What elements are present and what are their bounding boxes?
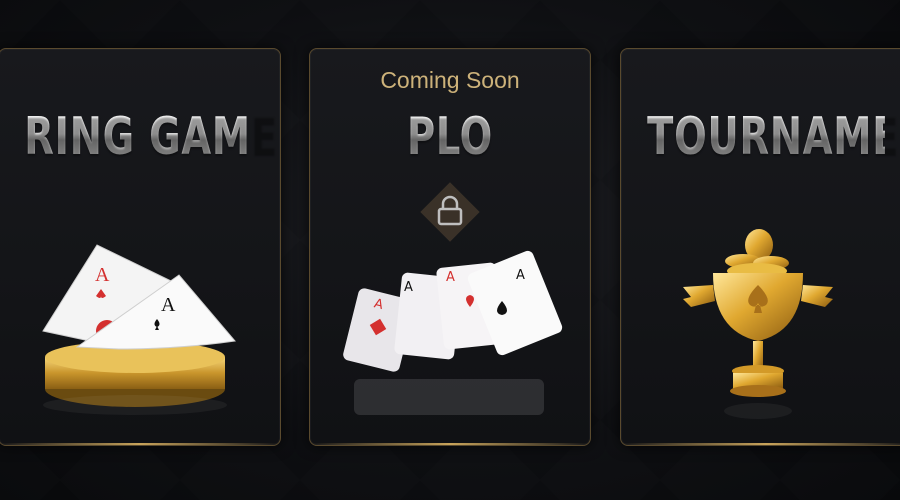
trophy-icon [683, 229, 833, 419]
ring-game-card[interactable]: RING GAME A A [0, 48, 281, 446]
svg-text:A: A [446, 270, 455, 285]
svg-text:A: A [516, 268, 525, 283]
tournament-card[interactable]: TOURNAMENT [620, 48, 900, 446]
svg-text:A: A [404, 280, 413, 295]
fanned-cards-icon: A A A A [343, 250, 563, 415]
poker-cards-coin-icon: A A [42, 244, 236, 415]
svg-text:A: A [161, 294, 176, 316]
plo-card[interactable]: Coming Soon PLO A A A A [309, 48, 591, 446]
svg-text:A: A [95, 264, 110, 286]
